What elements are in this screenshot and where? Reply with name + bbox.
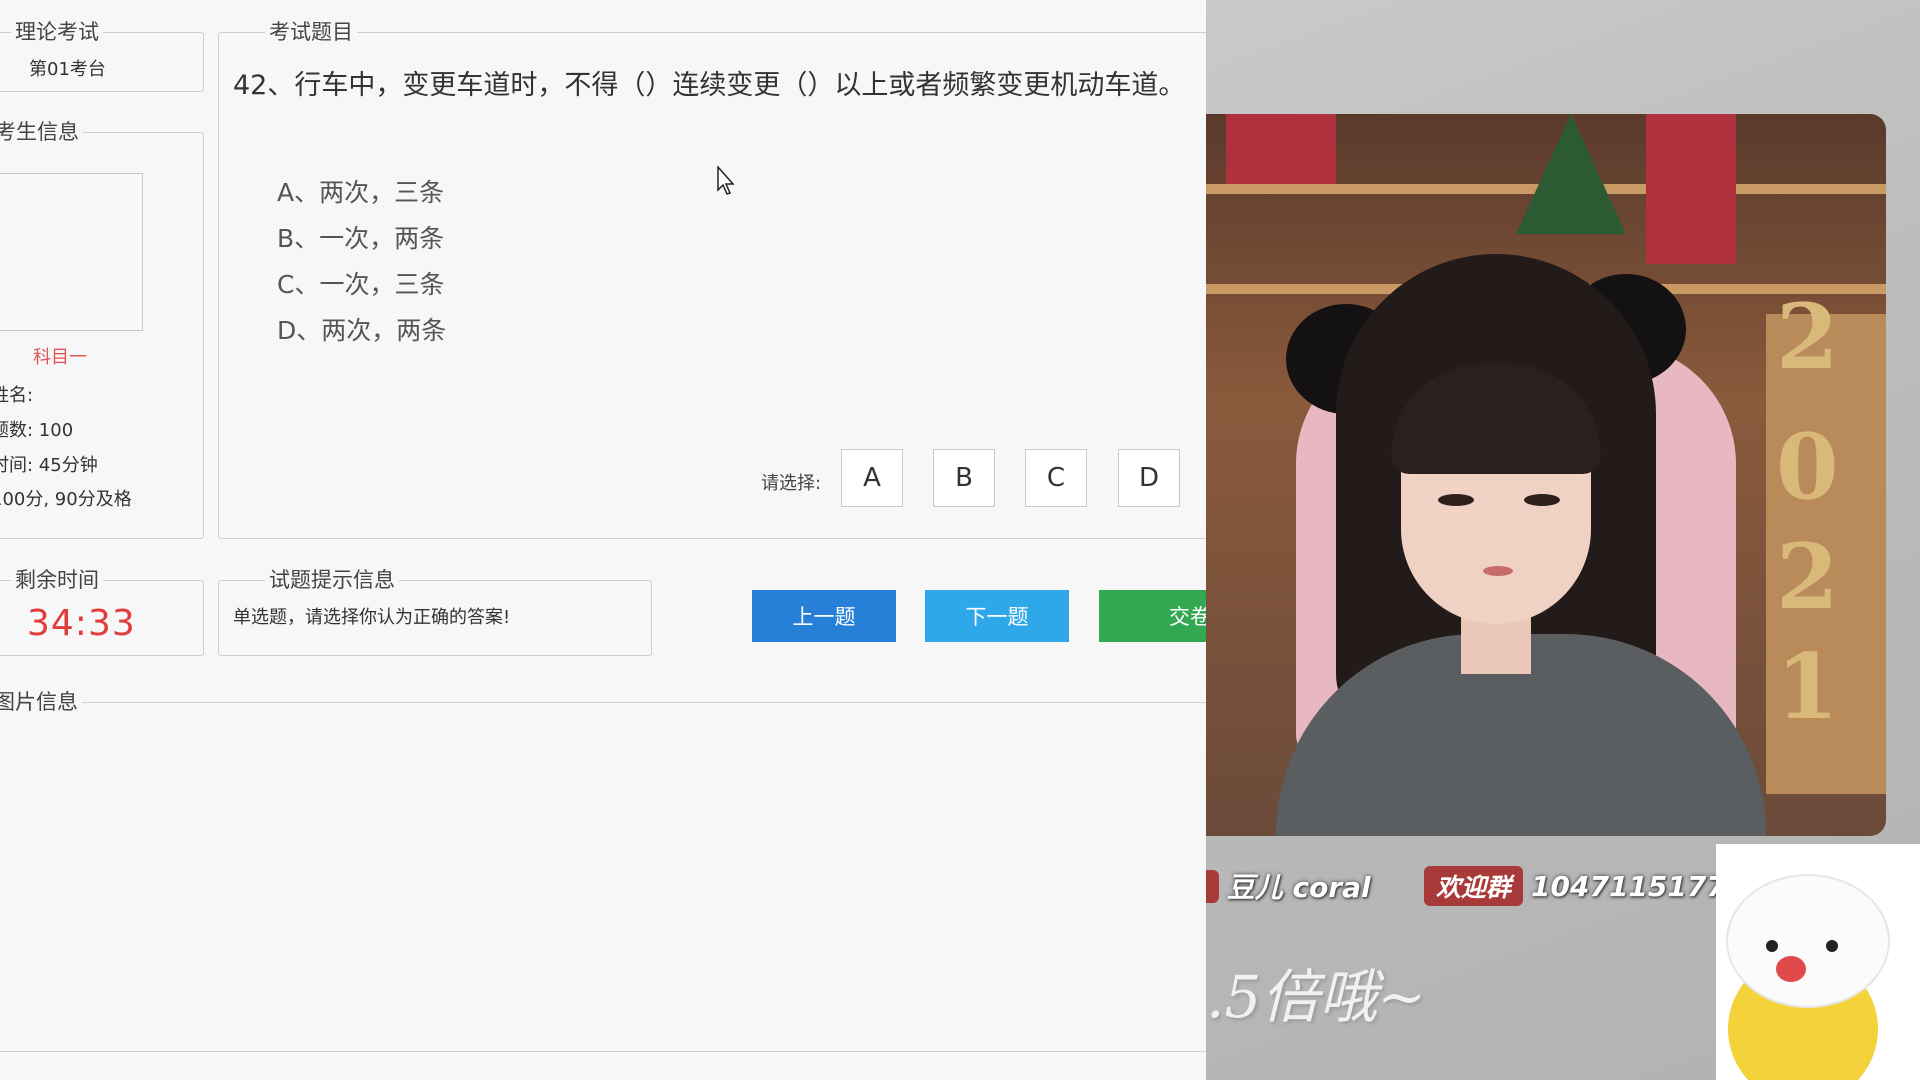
choose-label: 请选择: bbox=[761, 473, 822, 494]
submit-exam-button[interactable]: 交卷 bbox=[1099, 590, 1206, 642]
option-c: C、一次，三条 bbox=[277, 270, 445, 299]
hint-text: 单选题，请选择你认为正确的答案! bbox=[233, 607, 511, 628]
examinee-photo bbox=[0, 173, 143, 331]
lemon-bird-mascot-icon bbox=[1716, 844, 1920, 1080]
info-duration: 时间: 45分钟 bbox=[0, 455, 98, 476]
streamer-name: 豆儿 coral bbox=[1226, 871, 1371, 904]
answer-d-button[interactable]: D bbox=[1118, 449, 1180, 507]
stream-overlay: 2 0 2 1 豆儿 coral 欢迎群 1047115177 .5倍哦~ bbox=[1206, 0, 1920, 1080]
next-question-button[interactable]: 下一题 bbox=[925, 590, 1069, 642]
question-text: 42、行车中，变更车道时，不得（）连续变更（）以上或者频繁变更机动车道。 bbox=[233, 70, 1186, 101]
fan-group-banner: 欢迎群 1047115177 bbox=[1424, 862, 1726, 910]
group-number: 1047115177 bbox=[1531, 869, 1726, 903]
option-a: A、两次，三条 bbox=[277, 178, 445, 207]
exam-station-panel: 理论考试 第01考台 bbox=[0, 19, 204, 92]
image-info-panel: 图片信息 bbox=[0, 689, 1206, 1053]
examinee-info-title: 考生信息 bbox=[0, 119, 83, 145]
examinee-info-panel: 考生信息 科目一 姓名: 题数: 100 时间: 45分钟 100分, 90分及… bbox=[0, 119, 204, 539]
answer-a-button[interactable]: A bbox=[841, 449, 903, 507]
remaining-time-title: 剩余时间 bbox=[11, 567, 103, 593]
hint-title: 试题提示信息 bbox=[265, 567, 399, 593]
answer-c-button[interactable]: C bbox=[1025, 449, 1087, 507]
station-label: 第01考台 bbox=[29, 59, 106, 80]
question-title: 考试题目 bbox=[265, 19, 357, 45]
option-b: B、一次，两条 bbox=[277, 224, 445, 253]
bottom-divider bbox=[0, 1051, 1206, 1052]
webcam-feed: 2 0 2 1 bbox=[1206, 114, 1886, 836]
mouse-cursor-icon bbox=[717, 166, 735, 195]
christmas-tree-decoration bbox=[1516, 114, 1626, 234]
streamer-name-banner: 豆儿 coral bbox=[1206, 862, 1371, 910]
exam-app: 理论考试 第01考台 考生信息 科目一 姓名: 题数: 100 时间: 45分钟… bbox=[0, 0, 1206, 1080]
previous-question-button[interactable]: 上一题 bbox=[752, 590, 896, 642]
exam-title: 理论考试 bbox=[11, 19, 103, 45]
info-score: 100分, 90分及格 bbox=[0, 489, 132, 510]
group-tag: 欢迎群 bbox=[1424, 866, 1524, 906]
subject-label: 科目一 bbox=[33, 347, 87, 368]
info-question-count: 题数: 100 bbox=[0, 420, 74, 441]
countdown-timer: 34:33 bbox=[27, 603, 136, 644]
answer-b-button[interactable]: B bbox=[933, 449, 995, 507]
image-info-title: 图片信息 bbox=[0, 689, 82, 715]
remaining-time-panel: 剩余时间 34:33 bbox=[0, 567, 204, 656]
handwritten-note: .5倍哦~ bbox=[1206, 963, 1426, 1031]
hint-panel: 试题提示信息 单选题，请选择你认为正确的答案! bbox=[218, 567, 652, 656]
option-d: D、两次，两条 bbox=[277, 316, 447, 345]
info-name: 姓名: bbox=[0, 385, 34, 406]
question-panel: 考试题目 42、行车中，变更车道时，不得（）连续变更（）以上或者频繁变更机动车道… bbox=[218, 19, 1206, 539]
